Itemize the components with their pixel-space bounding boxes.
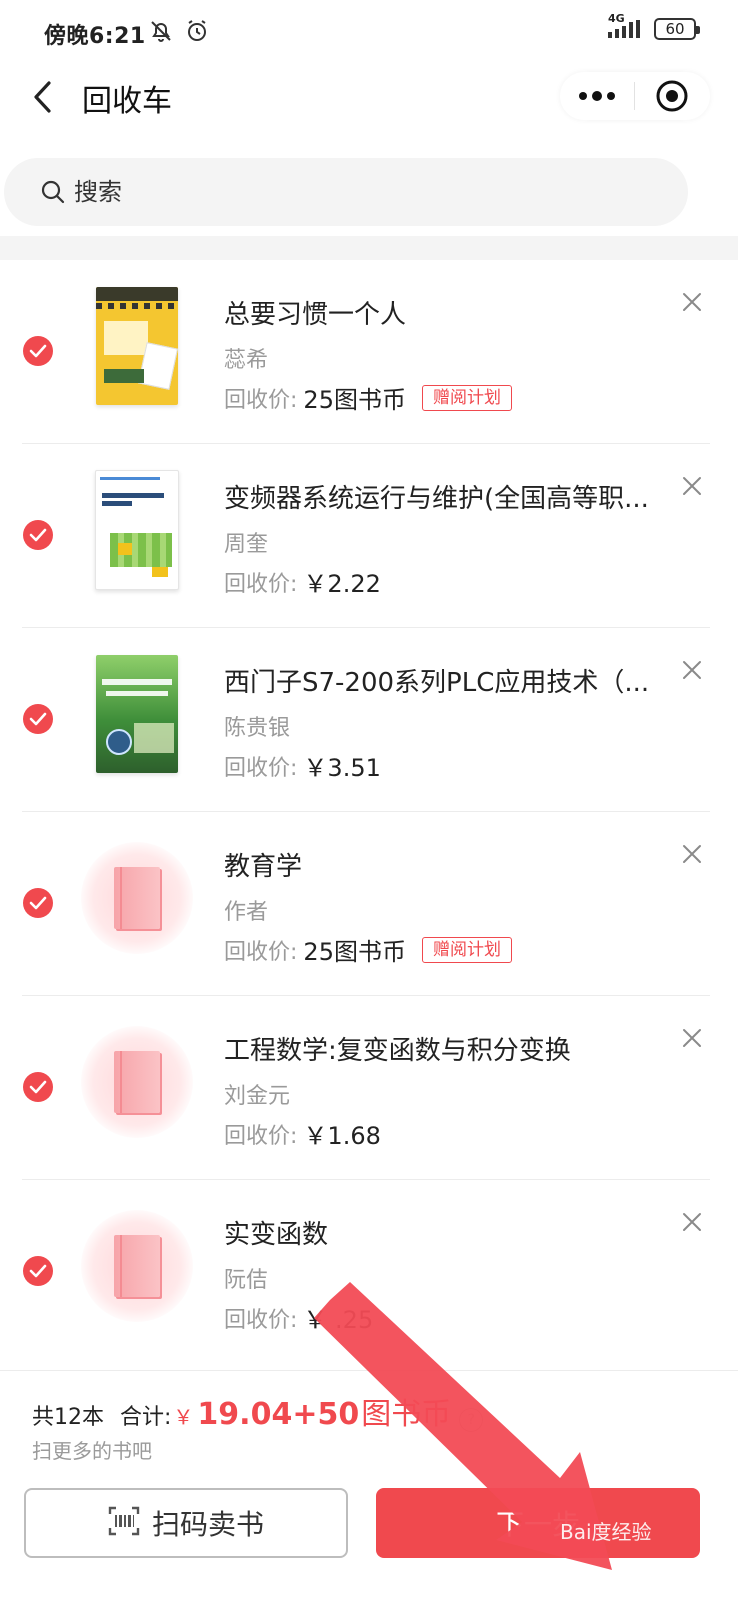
signal-icon: 4G bbox=[606, 12, 642, 40]
info-icon[interactable]: ? bbox=[459, 1408, 484, 1432]
list-item[interactable]: 教育学 作者 回收价: 25图书币 赠阅计划 bbox=[0, 812, 738, 996]
remove-icon[interactable] bbox=[680, 842, 704, 866]
page-title: 回收车 bbox=[82, 84, 172, 119]
price-label: 回收价: bbox=[224, 1123, 298, 1149]
checked-checkbox-icon[interactable] bbox=[23, 336, 53, 366]
total-coins: 图书币 bbox=[361, 1397, 452, 1432]
placeholder-book-icon bbox=[81, 1210, 193, 1322]
price-row: 回收价: ￥2.22 bbox=[224, 564, 381, 599]
book-cover bbox=[78, 1198, 196, 1334]
price-row: 回收价: 25图书币 赠阅计划 bbox=[224, 380, 512, 415]
book-cover-image bbox=[96, 655, 178, 773]
price-value: 25图书币 bbox=[303, 386, 406, 414]
battery-level: 60 bbox=[665, 20, 685, 38]
search-bar[interactable] bbox=[4, 158, 688, 226]
price-label: 回收价: bbox=[224, 1307, 298, 1333]
book-cover-image bbox=[95, 470, 179, 590]
checked-checkbox-icon[interactable] bbox=[23, 520, 53, 550]
book-cover bbox=[78, 462, 196, 598]
cart-summary: 共12本 合计: ￥ 19.04+50 图书币 ? 扫更多的书吧 bbox=[0, 1370, 738, 1481]
search-input[interactable] bbox=[72, 177, 576, 207]
watermark-logo: Bai度经验 bbox=[560, 1520, 652, 1544]
book-author: 刘金元 bbox=[224, 1084, 291, 1109]
book-author: 周奎 bbox=[224, 532, 269, 557]
list-item[interactable]: 实变函数 阮佶 回收价: ￥ .25 bbox=[0, 1180, 738, 1364]
remove-icon[interactable] bbox=[680, 290, 704, 314]
list-item[interactable]: 西门子S7-200系列PLC应用技术（... 陈贵银 回收价: ￥3.51 bbox=[0, 628, 738, 812]
placeholder-book-icon bbox=[81, 842, 193, 954]
scan-barcode-icon bbox=[108, 1506, 140, 1540]
book-cover bbox=[78, 1014, 196, 1150]
back-icon[interactable] bbox=[24, 78, 60, 116]
price-value: ￥1.68 bbox=[303, 1122, 381, 1150]
status-bar: 傍晚6:21 4G 60 bbox=[0, 0, 738, 64]
book-title: 工程数学:复变函数与积分变换 bbox=[224, 1036, 571, 1066]
price-row: 回收价: 25图书币 赠阅计划 bbox=[224, 932, 512, 967]
close-mini-program-icon[interactable] bbox=[635, 72, 709, 120]
book-cover bbox=[78, 646, 196, 782]
price-label: 回收价: bbox=[224, 571, 298, 597]
summary-line: 共12本 合计: ￥ 19.04+50 图书币 ? bbox=[32, 1389, 484, 1433]
remove-icon[interactable] bbox=[680, 658, 704, 682]
status-icons-right: 4G 60 bbox=[606, 12, 700, 40]
remove-icon[interactable] bbox=[680, 474, 704, 498]
nav-bar: 回收车 bbox=[0, 64, 738, 130]
book-author: 作者 bbox=[224, 900, 269, 925]
checked-checkbox-icon[interactable] bbox=[23, 888, 53, 918]
alarm-clock-icon bbox=[184, 18, 210, 48]
book-title: 实变函数 bbox=[224, 1220, 329, 1250]
more-icon[interactable] bbox=[560, 72, 634, 120]
book-title: 变频器系统运行与维护(全国高等职... bbox=[224, 484, 649, 514]
book-author: 阮佶 bbox=[224, 1268, 269, 1293]
book-title: 西门子S7-200系列PLC应用技术（... bbox=[224, 668, 650, 698]
book-author: 陈贵银 bbox=[224, 716, 291, 741]
list-item[interactable]: 总要习惯一个人 蕊希 回收价: 25图书币 赠阅计划 bbox=[0, 260, 738, 444]
search-section bbox=[0, 154, 738, 234]
remove-icon[interactable] bbox=[680, 1026, 704, 1050]
checked-checkbox-icon[interactable] bbox=[23, 1072, 53, 1102]
mini-program-capsule bbox=[560, 72, 710, 120]
book-cover-image bbox=[96, 287, 178, 405]
book-author: 蕊希 bbox=[224, 348, 269, 373]
total-label: 合计: bbox=[120, 1405, 172, 1430]
checked-checkbox-icon[interactable] bbox=[23, 1256, 53, 1286]
watermark-url: jingyan.baidu.com bbox=[604, 1570, 724, 1585]
price-row: 回收价: ￥ .25 bbox=[224, 1300, 373, 1335]
price-value: ￥ .25 bbox=[303, 1306, 374, 1334]
total-currency: ￥ bbox=[173, 1405, 194, 1429]
status-icons-left bbox=[148, 18, 210, 48]
network-label: 4G bbox=[608, 12, 625, 25]
total-value: 19.04+50 bbox=[197, 1397, 360, 1432]
item-count: 共12本 bbox=[32, 1405, 104, 1430]
battery-icon: 60 bbox=[654, 18, 700, 40]
book-title: 教育学 bbox=[224, 852, 303, 882]
book-title: 总要习惯一个人 bbox=[224, 300, 407, 330]
search-icon bbox=[38, 177, 68, 207]
price-value: ￥2.22 bbox=[303, 570, 381, 598]
scan-sell-label: 扫码卖书 bbox=[151, 1508, 264, 1541]
checked-checkbox-icon[interactable] bbox=[23, 704, 53, 734]
list-item[interactable]: 工程数学:复变函数与积分变换 刘金元 回收价: ￥1.68 bbox=[0, 996, 738, 1180]
price-label: 回收价: bbox=[224, 387, 298, 413]
scan-more-hint: 扫更多的书吧 bbox=[32, 1439, 152, 1463]
status-time: 傍晚6:21 bbox=[44, 24, 146, 49]
price-row: 回收价: ￥1.68 bbox=[224, 1116, 381, 1151]
price-row: 回收价: ￥3.51 bbox=[224, 748, 381, 783]
remove-icon[interactable] bbox=[680, 1210, 704, 1234]
price-label: 回收价: bbox=[224, 939, 298, 965]
book-cover bbox=[78, 278, 196, 414]
price-value: ￥3.51 bbox=[303, 754, 381, 782]
price-label: 回收价: bbox=[224, 755, 298, 781]
placeholder-book-icon bbox=[81, 1026, 193, 1138]
section-divider bbox=[0, 236, 738, 260]
list-item[interactable]: 变频器系统运行与维护(全国高等职... 周奎 回收价: ￥2.22 bbox=[0, 444, 738, 628]
promo-tag: 赠阅计划 bbox=[421, 384, 512, 411]
mute-bell-icon bbox=[148, 18, 174, 48]
promo-tag: 赠阅计划 bbox=[421, 936, 512, 963]
price-value: 25图书币 bbox=[303, 938, 406, 966]
scan-sell-button[interactable]: 扫码卖书 bbox=[24, 1488, 348, 1558]
book-cover bbox=[78, 830, 196, 966]
book-list: 总要习惯一个人 蕊希 回收价: 25图书币 赠阅计划 变频器系统运行与维护(全国… bbox=[0, 260, 738, 1364]
